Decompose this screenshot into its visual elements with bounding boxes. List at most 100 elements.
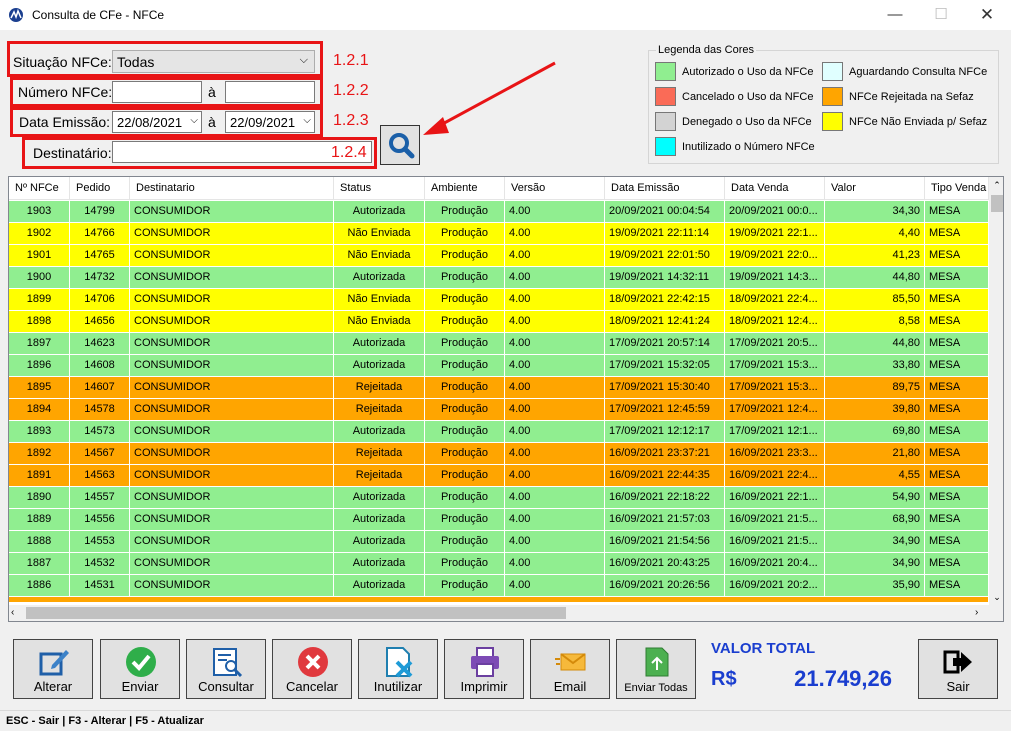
table-row[interactable]: 1896 14608 CONSUMIDOR Autorizada Produção 4.0… (9, 355, 989, 377)
table-cell: 14607 (70, 377, 130, 398)
table-cell: 4.00 (505, 487, 605, 508)
close-button[interactable]: ✕ (964, 0, 1010, 30)
table-row[interactable]: 1894 14578 CONSUMIDOR Rejeitada Produção 4.00… (9, 399, 989, 421)
table-cell: Rejeitada (334, 399, 425, 420)
numero-from-input[interactable] (112, 81, 202, 103)
table-cell: Produção (425, 201, 505, 222)
table-row[interactable]: 1897 14623 CONSUMIDOR Autorizada Produção 4.0… (9, 333, 989, 355)
table-row[interactable]: 1895 14607 CONSUMIDOR Rejeitada Produção 4.00… (9, 377, 989, 399)
table-cell: MESA (925, 509, 989, 530)
scroll-down-icon[interactable]: ⌄ (989, 589, 1003, 605)
table-row[interactable]: 1891 14563 CONSUMIDOR Rejeitada Produção 4.00… (9, 465, 989, 487)
table-row[interactable]: 1890 14557 CONSUMIDOR Autorizada Produção 4.0… (9, 487, 989, 509)
column-header[interactable]: Tipo Venda (925, 177, 989, 200)
table-row[interactable]: 1887 14532 CONSUMIDOR Autorizada Produção 4.0… (9, 553, 989, 575)
table-cell: 41,23 (825, 245, 925, 266)
search-button[interactable] (380, 125, 420, 165)
table-row[interactable]: 1903 14799 CONSUMIDOR Autorizada Produção 4.0… (9, 201, 989, 223)
vertical-scroll-thumb[interactable] (991, 195, 1003, 212)
table-cell: 14557 (70, 487, 130, 508)
table-cell: 17/09/2021 20:57:14 (605, 333, 725, 354)
cancelar-label: Cancelar (285, 679, 339, 694)
table-cell: 4.00 (505, 267, 605, 288)
column-header[interactable]: Destinatario (130, 177, 334, 200)
table-cell: 4.00 (505, 245, 605, 266)
table-cell: Autorizada (334, 487, 425, 508)
column-header[interactable]: Data Emissão (605, 177, 725, 200)
table-cell: Autorizada (334, 509, 425, 530)
table-cell: 18/09/2021 22:4... (725, 289, 825, 310)
table-cell: 16/09/2021 21:5... (725, 509, 825, 530)
horizontal-scroll-thumb[interactable] (26, 607, 566, 619)
horizontal-scrollbar[interactable]: ‹ › (9, 605, 1003, 621)
numero-label: Número NFCe: (18, 84, 113, 100)
annotation-1-2-3: 1.2.3 (333, 112, 369, 129)
numero-to-input[interactable] (225, 81, 315, 103)
sair-button[interactable]: Sair (918, 639, 998, 699)
table-row[interactable]: 1893 14573 CONSUMIDOR Autorizada Produção 4.0… (9, 421, 989, 443)
data-from-value: 22/08/2021 (117, 115, 183, 130)
table-cell: CONSUMIDOR (130, 443, 334, 464)
inutilizar-label: Inutilizar (373, 679, 423, 694)
table-cell: MESA (925, 223, 989, 244)
table-cell: 4.00 (505, 289, 605, 310)
table-cell: 16/09/2021 22:18:22 (605, 487, 725, 508)
cancelar-button[interactable]: Cancelar (272, 639, 352, 699)
table-cell: 4.00 (505, 333, 605, 354)
window-title: Consulta de CFe - NFCe (32, 8, 165, 22)
table-cell: 16/09/2021 22:4... (725, 465, 825, 486)
table-cell: Produção (425, 553, 505, 574)
column-header[interactable]: Status (334, 177, 425, 200)
legend-label: NFCe Não Enviada p/ Sefaz (849, 116, 988, 128)
table-cell: Produção (425, 465, 505, 486)
legend-swatch (655, 137, 676, 156)
table-row[interactable]: 1892 14567 CONSUMIDOR Rejeitada Produção 4.00… (9, 443, 989, 465)
data-from-picker[interactable]: 22/08/2021 ⌵ (112, 111, 202, 133)
table-row[interactable]: 1898 14656 CONSUMIDOR Não Enviada Produção 4.… (9, 311, 989, 333)
scroll-right-icon[interactable]: › (975, 605, 987, 621)
enviar-todas-button[interactable]: Enviar Todas (616, 639, 696, 699)
table-cell: 19/09/2021 22:0... (725, 245, 825, 266)
numero-sep: à (208, 84, 216, 100)
table-cell: Produção (425, 399, 505, 420)
table-cell: 1896 (9, 355, 70, 376)
table-row[interactable]: 1900 14732 CONSUMIDOR Autorizada Produção 4.0… (9, 267, 989, 289)
column-header[interactable]: Ambiente (425, 177, 505, 200)
scroll-left-icon[interactable]: ‹ (11, 605, 23, 621)
vertical-scrollbar[interactable]: ⌃ ⌄ (989, 177, 1003, 605)
column-header[interactable]: Pedido (70, 177, 130, 200)
table-row[interactable]: 1899 14706 CONSUMIDOR Não Enviada Produção 4.… (9, 289, 989, 311)
legend-label: Denegado o Uso da NFCe (682, 116, 812, 128)
column-header[interactable]: Valor (825, 177, 925, 200)
total-panel: VALOR TOTAL R$ 21.749,26 (702, 636, 902, 700)
table-cell: Produção (425, 421, 505, 442)
table-row[interactable]: 1889 14556 CONSUMIDOR Autorizada Produção 4.0… (9, 509, 989, 531)
alterar-button[interactable]: Alterar (13, 639, 93, 699)
enviar-button[interactable]: Enviar (100, 639, 180, 699)
nfce-table[interactable]: Nº NFCe Pedido Destinatario Status Ambiente V… (8, 176, 1004, 622)
maximize-button[interactable]: ☐ (918, 0, 964, 30)
scroll-up-icon[interactable]: ⌃ (989, 177, 1003, 193)
table-row-partial[interactable] (9, 597, 988, 603)
email-button[interactable]: Email (530, 639, 610, 699)
inutilizar-button[interactable]: Inutilizar (358, 639, 438, 699)
imprimir-button[interactable]: Imprimir (444, 639, 524, 699)
table-cell: 14608 (70, 355, 130, 376)
table-cell: 14706 (70, 289, 130, 310)
table-cell: 89,75 (825, 377, 925, 398)
table-row[interactable]: 1902 14766 CONSUMIDOR Não Enviada Produção 4.… (9, 223, 989, 245)
minimize-button[interactable]: — (872, 0, 918, 30)
consultar-button[interactable]: Consultar (186, 639, 266, 699)
table-cell: Autorizada (334, 421, 425, 442)
column-header[interactable]: Data Venda (725, 177, 825, 200)
table-row[interactable]: 1888 14553 CONSUMIDOR Autorizada Produção 4.0… (9, 531, 989, 553)
situacao-select[interactable]: Todas ⌵ (112, 50, 315, 73)
column-header[interactable]: Nº NFCe (9, 177, 70, 200)
table-row[interactable]: 1901 14765 CONSUMIDOR Não Enviada Produção 4.… (9, 245, 989, 267)
data-to-picker[interactable]: 22/09/2021 ⌵ (225, 111, 315, 133)
table-row[interactable]: 1886 14531 CONSUMIDOR Autorizada Produção 4.0… (9, 575, 989, 597)
total-value: 21.749,26 (794, 666, 892, 691)
table-cell: 34,90 (825, 553, 925, 574)
table-cell: Rejeitada (334, 465, 425, 486)
column-header[interactable]: Versão (505, 177, 605, 200)
